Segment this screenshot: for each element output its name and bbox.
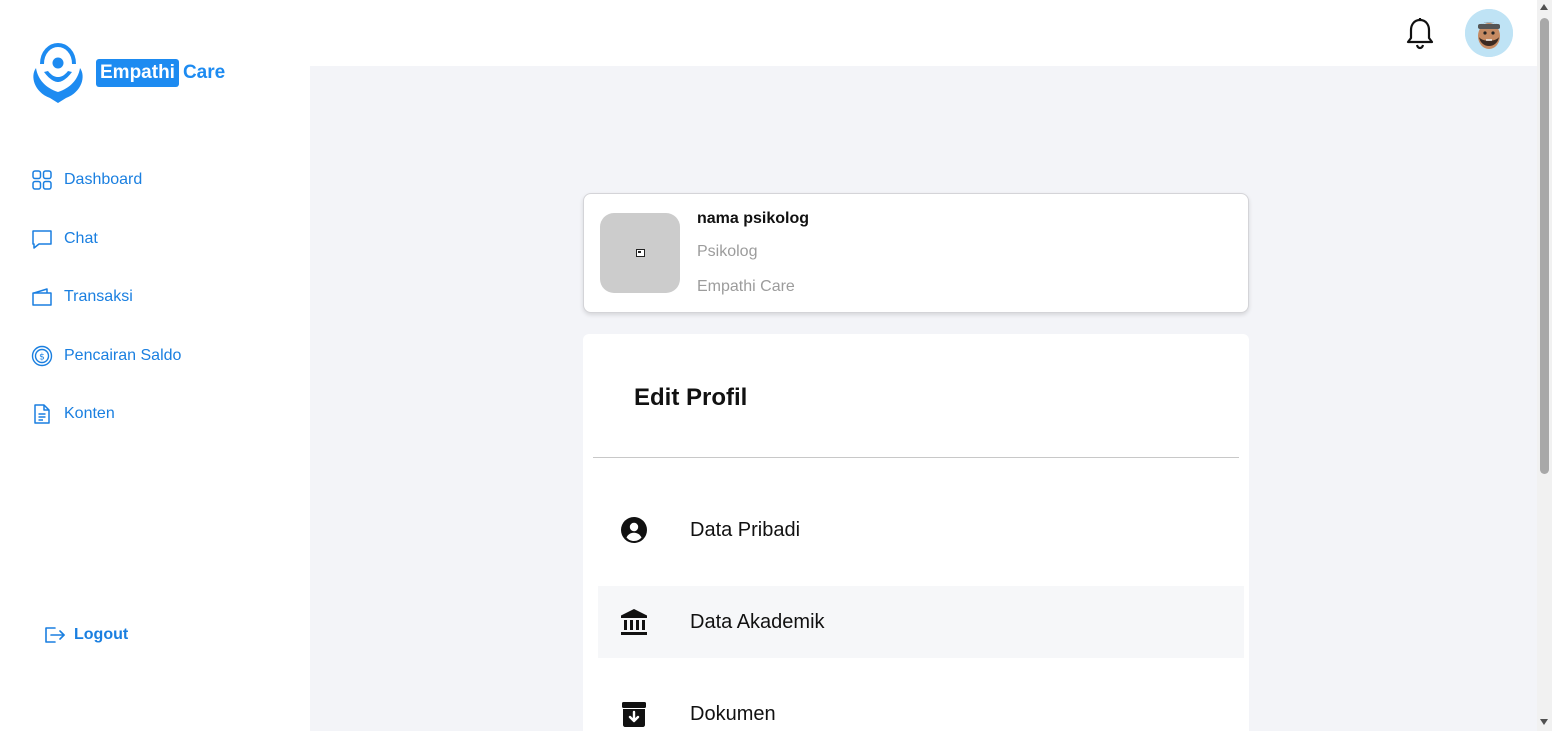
chat-bubble-icon — [32, 229, 52, 249]
logout-icon — [45, 627, 65, 643]
sidebar-nav: Dashboard Chat Transaksi $ Pencairan Sal… — [31, 166, 181, 459]
dashboard-grid-icon — [32, 170, 52, 190]
sidebar-item-pencairan-saldo[interactable]: $ Pencairan Saldo — [31, 342, 181, 370]
menu-item-label: Data Pribadi — [690, 518, 801, 541]
user-avatar[interactable] — [1465, 9, 1513, 57]
scroll-up-arrow-icon[interactable] — [1540, 4, 1548, 10]
archive-box-icon — [622, 702, 646, 727]
menu-item-label: Data Akademik — [690, 610, 825, 633]
profile-organization: Empathi Care — [697, 278, 795, 295]
logo-icon — [33, 42, 83, 103]
sidebar-item-dashboard[interactable]: Dashboard — [31, 166, 181, 194]
sidebar-item-label: Chat — [64, 229, 98, 247]
edit-profile-title: Edit Profil — [634, 384, 748, 411]
broken-image-icon — [635, 249, 645, 257]
scrollbar-thumb[interactable] — [1540, 18, 1549, 474]
profile-photo — [600, 213, 680, 293]
sidebar: Empathi Care Dashboard Chat Transaksi $ … — [0, 0, 310, 731]
bell-icon[interactable] — [1405, 16, 1435, 50]
institution-icon — [621, 609, 647, 635]
logo-text-part1: Empathi — [96, 59, 179, 87]
scrollbar[interactable] — [1537, 0, 1552, 731]
menu-item-data-pribadi[interactable]: Data Pribadi — [598, 494, 1244, 566]
divider — [593, 457, 1239, 458]
sidebar-item-label: Dashboard — [64, 171, 143, 188]
sidebar-item-label: Konten — [64, 405, 115, 422]
user-avatar-icon — [1465, 9, 1513, 57]
scroll-down-arrow-icon[interactable] — [1540, 719, 1548, 725]
profile-name: nama psikolog — [697, 210, 810, 227]
profile-card: nama psikolog Psikolog Empathi Care — [583, 193, 1249, 313]
logo-text: Empathi Care — [96, 59, 225, 87]
sidebar-item-konten[interactable]: Konten — [31, 400, 181, 428]
logout-button[interactable]: Logout — [43, 624, 128, 646]
wallet-icon — [32, 288, 52, 306]
sidebar-item-label: Pencairan Saldo — [64, 346, 182, 364]
logo-text-part2: Care — [182, 62, 226, 83]
menu-item-dokumen[interactable]: Dokumen — [598, 678, 1244, 731]
sidebar-item-transaksi[interactable]: Transaksi — [31, 283, 181, 311]
document-icon — [34, 404, 50, 424]
profile-role: Psikolog — [697, 243, 758, 260]
top-bar — [310, 0, 1538, 66]
edit-profile-card: Edit Profil Data Pribadi Data Akademik D… — [583, 334, 1249, 731]
sidebar-item-chat[interactable]: Chat — [31, 225, 181, 253]
logo[interactable]: Empathi Care — [28, 42, 225, 104]
svg-text:$: $ — [39, 352, 45, 362]
dollar-coin-icon: $ — [31, 345, 53, 366]
menu-item-data-akademik[interactable]: Data Akademik — [598, 586, 1244, 658]
user-circle-icon — [621, 517, 647, 543]
logout-label: Logout — [74, 626, 129, 643]
menu-item-label: Dokumen — [690, 702, 776, 725]
sidebar-item-label: Transaksi — [64, 288, 133, 305]
